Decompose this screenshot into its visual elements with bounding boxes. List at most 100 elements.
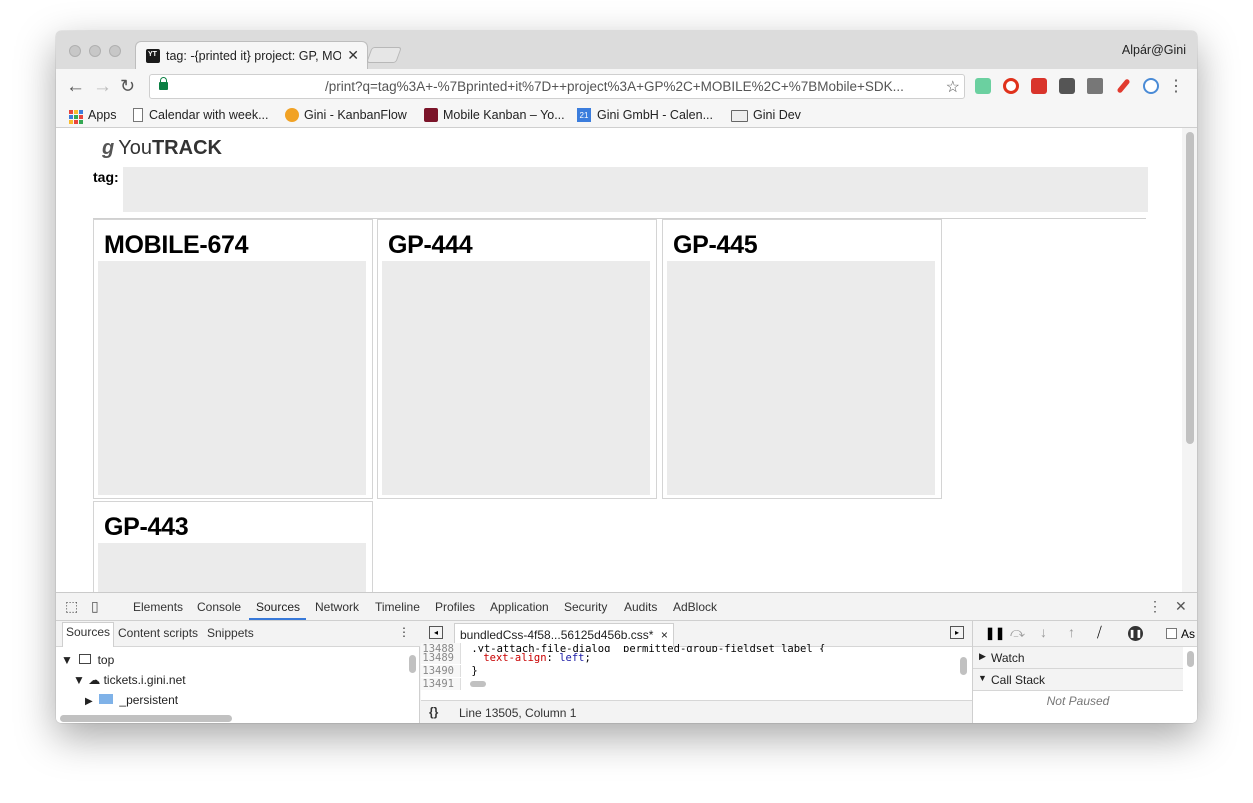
issue-body-placeholder	[667, 261, 935, 495]
tab-close-icon[interactable]: ✕	[347, 47, 359, 64]
browser-toolbar: ← → ↻ /print?q=tag%3A+-%7Bprinted+it%7D+…	[56, 69, 1197, 104]
page-scroll-thumb[interactable]	[1186, 132, 1194, 444]
pause-on-exceptions-icon[interactable]: ❚❚	[1128, 626, 1143, 641]
toggle-debugger-icon[interactable]: ▸	[950, 626, 964, 639]
logo-track-text: TRACK	[151, 137, 222, 159]
folder-icon	[731, 110, 748, 122]
inspect-element-icon[interactable]: ⬚	[65, 598, 81, 614]
collapse-arrow-icon: ▶	[979, 651, 986, 661]
bookmark-kanbanflow[interactable]: Gini - KanbanFlow	[304, 108, 407, 122]
tab-content-scripts[interactable]: Content scripts	[118, 626, 198, 640]
reload-icon[interactable]: ↻	[120, 76, 135, 97]
opera-extension-icon[interactable]	[1003, 78, 1019, 94]
address-bar[interactable]: /print?q=tag%3A+-%7Bprinted+it%7D++proje…	[149, 74, 965, 99]
deactivate-breakpoints-icon[interactable]: ⧸	[1097, 624, 1102, 641]
devtools-close-icon[interactable]: ✕	[1175, 598, 1191, 614]
pause-icon[interactable]: ❚❚	[985, 626, 1005, 640]
not-paused-status: Not Paused	[1046, 694, 1110, 708]
tag-label: tag:	[93, 169, 119, 185]
code-line[interactable]: 13490 }	[421, 665, 478, 677]
tab-sources[interactable]: Sources	[256, 600, 300, 614]
devtools-menu-icon[interactable]: ⋮	[1148, 598, 1164, 614]
bookmark-apps[interactable]: Apps	[88, 108, 117, 122]
page-icon	[133, 108, 143, 122]
bookmark-folder-gini-dev[interactable]: Gini Dev	[753, 108, 801, 122]
tree-item-top[interactable]: ▼ top	[61, 653, 114, 667]
youtrack-icon	[424, 108, 438, 122]
issue-card[interactable]: GP-445	[662, 219, 942, 499]
tab-console[interactable]: Console	[197, 600, 241, 614]
step-into-icon[interactable]: ↓	[1040, 624, 1047, 640]
browser-tab[interactable]: tag: -{printed it} project: GP, MOBILE ✕	[135, 41, 368, 69]
minimize-window-button[interactable]	[89, 45, 101, 57]
code-line[interactable]: 13491	[421, 678, 487, 690]
close-window-button[interactable]	[69, 45, 81, 57]
bookmark-calendar[interactable]: Calendar with week...	[149, 108, 269, 122]
tab-application[interactable]: Application	[490, 600, 549, 614]
async-checkbox[interactable]	[1166, 628, 1177, 639]
tab-profiles[interactable]: Profiles	[435, 600, 475, 614]
tree-item-domain[interactable]: ▼ ☁ tickets.i.gini.net	[73, 673, 186, 687]
expand-arrow-icon: ▼	[61, 653, 73, 667]
pretty-print-icon[interactable]: {}	[429, 705, 438, 719]
extension-mail-icon[interactable]	[1087, 78, 1103, 94]
toggle-navigator-icon[interactable]: ◂	[429, 626, 443, 639]
css-property: text-align	[483, 652, 547, 664]
step-out-icon[interactable]: ↑	[1068, 624, 1075, 640]
extension-bulb-icon[interactable]	[1059, 78, 1075, 94]
frame-icon	[79, 654, 92, 664]
logo-you-text: You	[118, 137, 152, 159]
extension-red-icon[interactable]	[1031, 78, 1047, 94]
file-tab-close-icon[interactable]: ×	[661, 628, 668, 642]
editor-vertical-scrollbar[interactable]	[960, 657, 967, 675]
issue-card[interactable]: GP-443	[93, 501, 373, 592]
code-line[interactable]: 13489 text-align: left;	[421, 652, 591, 664]
call-stack-section[interactable]: ▼ Call Stack	[973, 669, 1183, 691]
extension-pen-icon[interactable]	[1116, 78, 1131, 94]
debugger-scrollbar[interactable]	[1187, 651, 1194, 667]
device-toolbar-icon[interactable]: ▯	[91, 598, 107, 614]
tab-adblock[interactable]: AdBlock	[673, 600, 717, 614]
extension-green-icon[interactable]	[975, 78, 991, 94]
navigator-horizontal-scrollbar[interactable]	[60, 715, 232, 722]
issue-card[interactable]: GP-444	[377, 219, 657, 499]
profile-name[interactable]: Alpár@Gini	[1122, 43, 1186, 57]
code-line[interactable]: 13488 .yt-attach-file-dialog__permitted-…	[421, 643, 825, 652]
bookmark-mobile-kanban[interactable]: Mobile Kanban – Yo...	[443, 108, 565, 122]
youtrack-logo-icon: g	[102, 137, 115, 159]
bookmark-star-icon[interactable]: ☆	[946, 77, 960, 97]
google-calendar-icon: 21	[577, 108, 591, 122]
line-number: 13489	[421, 652, 461, 664]
tab-strip: tag: -{printed it} project: GP, MOBILE ✕…	[56, 31, 1197, 69]
issue-body-placeholder	[382, 261, 650, 495]
forward-arrow-icon[interactable]: →	[93, 76, 112, 98]
issue-id: GP-443	[104, 513, 189, 541]
code-text: }	[471, 665, 478, 677]
new-tab-button[interactable]	[366, 47, 402, 63]
code-text: .yt-attach-file-dialog__permitted-group-…	[471, 643, 826, 652]
issue-id: MOBILE-674	[104, 231, 249, 259]
page-viewport: g YouTRACK tag: MOBILE-674 GP-444 GP-445 …	[56, 128, 1197, 592]
navigator-vertical-scrollbar[interactable]	[409, 655, 416, 673]
back-arrow-icon[interactable]: ←	[66, 76, 85, 98]
navigator-menu-icon[interactable]: ⋮	[398, 625, 410, 639]
editor-status-bar: {} Line 13505, Column 1	[421, 700, 972, 723]
tab-elements[interactable]: Elements	[133, 600, 183, 614]
step-over-icon[interactable]: ⤼	[1010, 624, 1025, 641]
tab-timeline[interactable]: Timeline	[375, 600, 420, 614]
zoom-window-button[interactable]	[109, 45, 121, 57]
tab-audits[interactable]: Audits	[624, 600, 657, 614]
extension-d-icon[interactable]	[1143, 78, 1159, 94]
issue-card[interactable]: MOBILE-674	[93, 219, 373, 499]
tab-network[interactable]: Network	[315, 600, 359, 614]
browser-menu-icon[interactable]: ⋮	[1168, 76, 1184, 96]
editor-horizontal-scrollbar[interactable]	[470, 681, 487, 687]
tab-security[interactable]: Security	[564, 600, 607, 614]
watch-section[interactable]: ▶ Watch	[973, 647, 1183, 669]
tab-snippets[interactable]: Snippets	[207, 626, 254, 640]
tree-item-folder[interactable]: ▶ _persistent	[85, 693, 178, 707]
page-scrollbar[interactable]	[1182, 128, 1197, 592]
tab-sources-nav[interactable]: Sources	[62, 622, 115, 647]
url-text[interactable]: /print?q=tag%3A+-%7Bprinted+it%7D++proje…	[325, 79, 940, 94]
bookmark-gini-calendar[interactable]: Gini GmbH - Calen...	[597, 108, 713, 122]
